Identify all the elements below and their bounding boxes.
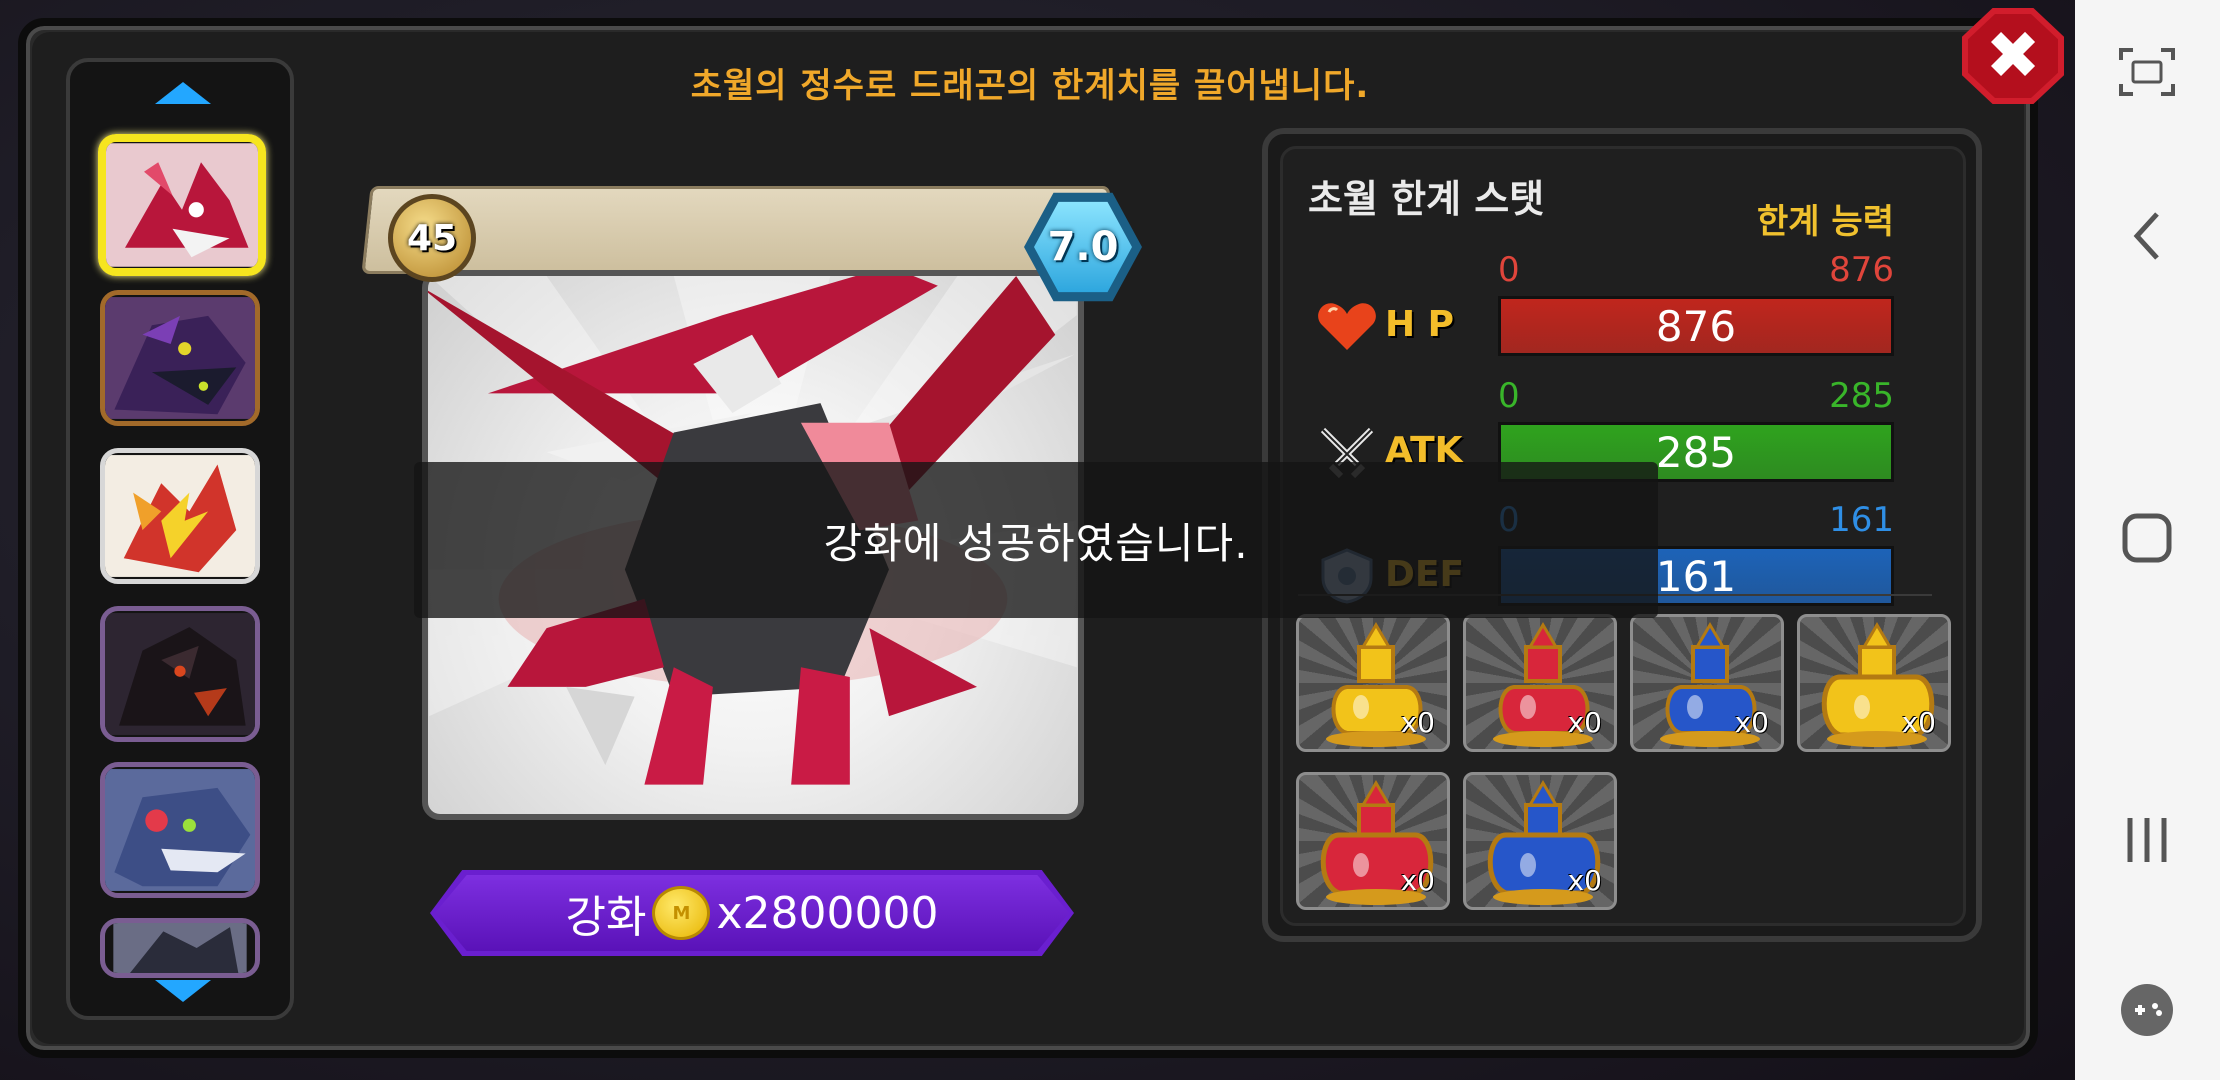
back-icon[interactable] bbox=[2105, 194, 2189, 278]
potion-large-blue[interactable]: x0 bbox=[1463, 772, 1617, 910]
success-toast: 강화에 성공하였습니다. bbox=[414, 462, 1658, 618]
potion-large-red[interactable]: x0 bbox=[1296, 772, 1450, 910]
dragon-thumb-partial[interactable] bbox=[100, 918, 260, 978]
potion-large-red-qty: x0 bbox=[1400, 864, 1435, 897]
coin-icon: M bbox=[652, 886, 711, 940]
stat-value-hp: 876 bbox=[1655, 301, 1737, 351]
potion-small-blue-qty: x0 bbox=[1734, 706, 1769, 739]
stat-min-atk: 0 bbox=[1498, 376, 1520, 416]
potion-small-yellow-qty: x0 bbox=[1400, 706, 1435, 739]
system-navigation-bar bbox=[2075, 0, 2220, 1080]
game-tools-icon[interactable] bbox=[2105, 968, 2189, 1052]
dragon-thumb-pink[interactable] bbox=[98, 134, 266, 276]
potion-large-yellow[interactable]: x0 bbox=[1797, 614, 1951, 752]
dragon-thumb-blue-red-eye[interactable] bbox=[100, 762, 260, 898]
stat-label-hp: H P bbox=[1385, 304, 1455, 345]
potion-large-blue-qty: x0 bbox=[1567, 864, 1602, 897]
scroll-down-arrow-icon[interactable] bbox=[155, 980, 211, 1002]
toast-message: 강화에 성공하였습니다. bbox=[823, 518, 1249, 568]
upgrade-label: 강화 bbox=[565, 892, 647, 943]
dragon-thumb-purple[interactable] bbox=[100, 290, 260, 426]
dragon-list[interactable] bbox=[66, 58, 294, 1020]
hp-icon bbox=[1316, 298, 1378, 354]
potion-small-red[interactable]: x0 bbox=[1463, 614, 1617, 752]
upgrade-cost: x2800000 bbox=[716, 887, 939, 939]
limit-ability-label: 한계 능력 bbox=[1757, 202, 1894, 242]
grade-value: 7.0 bbox=[1047, 224, 1119, 270]
stat-bar-hp: 876 bbox=[1498, 296, 1894, 356]
game-screen: 초월의 정수로 드래곤의 한계치를 끌어냅니다. 45 7.0 강화 M x28… bbox=[0, 0, 2075, 1080]
potion-small-yellow[interactable]: x0 bbox=[1296, 614, 1450, 752]
potion-small-red-qty: x0 bbox=[1567, 706, 1602, 739]
potion-small-blue[interactable]: x0 bbox=[1630, 614, 1784, 752]
screenshot-icon[interactable] bbox=[2105, 30, 2189, 114]
stat-max-hp: 876 bbox=[1829, 250, 1894, 290]
scroll-up-arrow-icon[interactable] bbox=[155, 82, 211, 104]
close-button[interactable]: ✖ bbox=[1962, 8, 2064, 104]
home-icon[interactable] bbox=[2105, 496, 2189, 580]
stat-max-def: 161 bbox=[1829, 500, 1894, 540]
level-badge: 45 bbox=[388, 194, 476, 282]
dragon-thumb-lightning[interactable] bbox=[100, 448, 260, 584]
upgrade-button[interactable]: 강화 M x2800000 bbox=[430, 870, 1074, 956]
recents-icon[interactable] bbox=[2105, 798, 2189, 882]
close-icon: ✖ bbox=[1985, 17, 2041, 94]
stat-max-atk: 285 bbox=[1829, 376, 1894, 416]
stat-panel-title: 초월 한계 스탯 bbox=[1308, 177, 1545, 221]
potion-large-yellow-qty: x0 bbox=[1901, 706, 1936, 739]
dialog-subtitle: 초월의 정수로 드래곤의 한계치를 끌어냅니다. bbox=[690, 66, 1370, 106]
dragon-thumb-dark[interactable] bbox=[100, 606, 260, 742]
stat-min-hp: 0 bbox=[1498, 250, 1520, 290]
